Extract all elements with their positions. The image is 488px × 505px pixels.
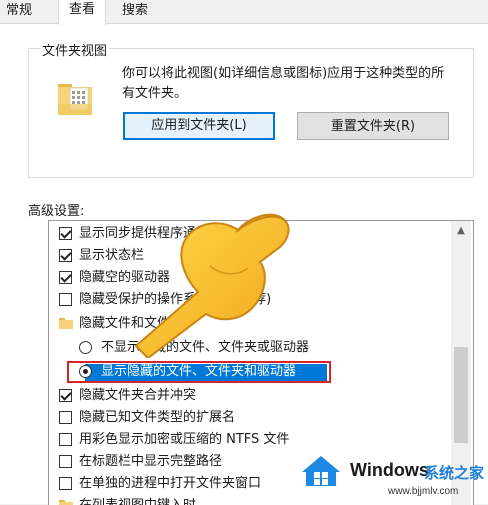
red-highlight-box (67, 361, 331, 383)
watermark-cn: 系统之家 (424, 464, 485, 482)
list-item-label: 隐藏已知文件类型的扩展名 (79, 410, 236, 425)
tab-view[interactable]: 查看 (58, 0, 107, 25)
watermark-brand: Windows (350, 460, 429, 480)
folder-view-icon (58, 84, 92, 115)
pointing-hand-icon (134, 213, 290, 358)
apply-to-folders-button[interactable]: 应用到文件夹(L) (123, 112, 275, 140)
list-item-label: 隐藏文件夹合并冲突 (79, 388, 197, 403)
checkbox[interactable] (59, 227, 72, 240)
folder-views-title: 文件夹视图 (40, 40, 110, 59)
watermark: Windows 系统之家 www.bjjmlv.com (296, 452, 488, 504)
checkbox[interactable] (59, 455, 72, 468)
list-item-label: 在单独的进程中打开文件夹窗口 (79, 476, 262, 491)
list-item[interactable]: 隐藏已知文件类型的扩展名 (49, 407, 449, 429)
checkbox[interactable] (59, 389, 72, 402)
advanced-settings-label: 高级设置: (28, 204, 85, 219)
scroll-up-arrow-icon[interactable]: ▲ (451, 221, 471, 241)
folder-views-description: 你可以将此视图(如详细信息或图标)应用于这种类型的所 有文件夹。 (122, 64, 472, 104)
reset-folders-button[interactable]: 重置文件夹(R) (297, 112, 449, 140)
checkbox[interactable] (59, 477, 72, 490)
radio-button[interactable] (79, 341, 92, 354)
windows-logo-icon (302, 456, 340, 486)
checkbox[interactable] (59, 293, 72, 306)
description-line-2: 有文件夹。 (122, 86, 188, 101)
list-item-label: 在标题栏中显示完整路径 (79, 454, 223, 469)
tab-general[interactable]: 常规 (0, 0, 40, 22)
checkbox[interactable] (59, 433, 72, 446)
description-line-1: 你可以将此视图(如详细信息或图标)应用于这种类型的所 (122, 66, 445, 81)
list-item[interactable]: 用彩色显示加密或压缩的 NTFS 文件 (49, 429, 449, 451)
list-item-label: 用彩色显示加密或压缩的 NTFS 文件 (79, 432, 290, 447)
scroll-thumb[interactable] (454, 347, 468, 443)
folder-icon (59, 500, 73, 505)
tab-search[interactable]: 搜索 (114, 0, 156, 22)
watermark-url: www.bjjmlv.com (388, 486, 459, 497)
list-item[interactable]: 隐藏文件夹合并冲突 (49, 385, 449, 407)
tab-strip: 常规 查看 搜索 (0, 0, 488, 25)
checkbox[interactable] (59, 271, 72, 284)
folder-icon (59, 318, 73, 329)
checkbox[interactable] (59, 249, 72, 262)
checkbox[interactable] (59, 411, 72, 424)
